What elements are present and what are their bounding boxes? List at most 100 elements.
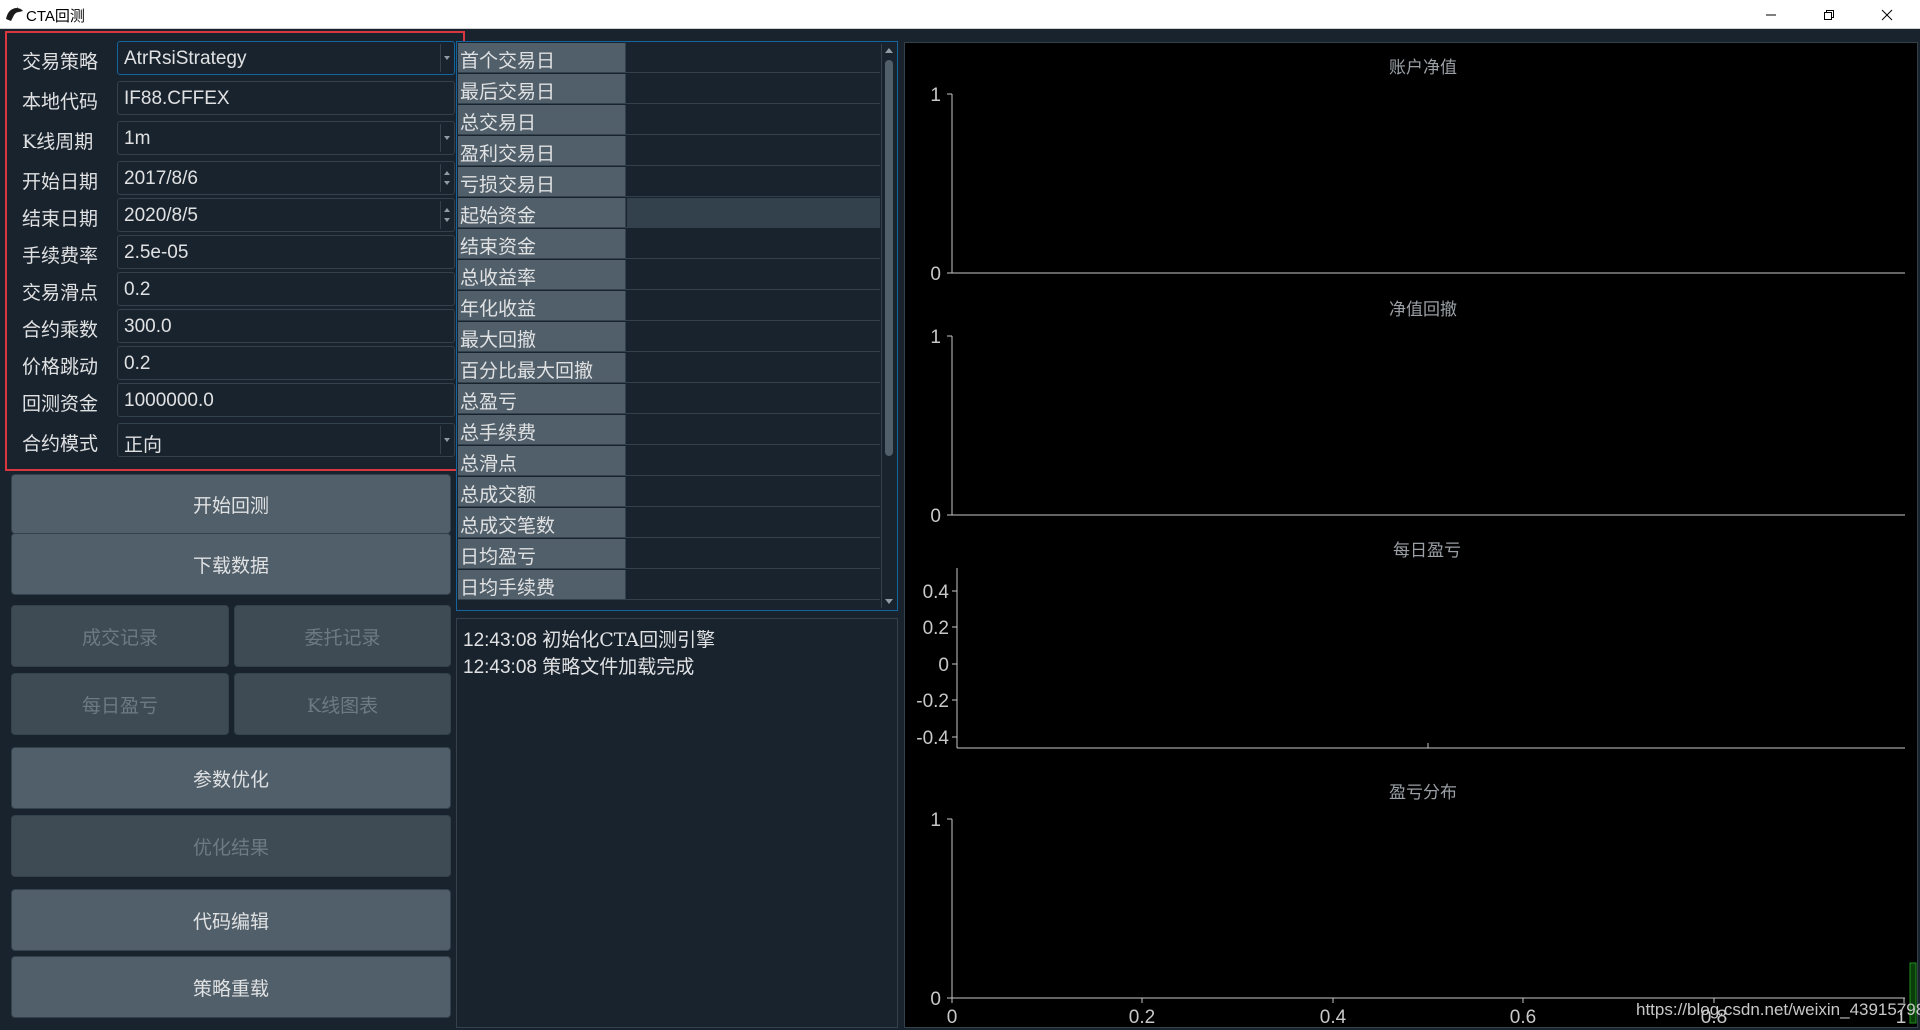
- y-tick-label-balance: 0: [930, 264, 941, 285]
- stats-row[interactable]: 总手续费: [458, 415, 880, 445]
- capital-input[interactable]: 1000000.0: [117, 383, 455, 417]
- end-date-input[interactable]: 2020/8/5: [117, 198, 455, 232]
- stats-value[interactable]: [627, 508, 880, 537]
- strategy-select[interactable]: AtrRsiStrategy: [117, 41, 455, 75]
- stats-value[interactable]: [627, 322, 880, 351]
- stats-row[interactable]: 年化收益: [458, 291, 880, 321]
- optimize-result-button[interactable]: 优化结果: [11, 815, 451, 877]
- symbol-input[interactable]: IF88.CFFEX: [117, 81, 455, 115]
- stats-value[interactable]: [627, 167, 880, 196]
- slippage-input[interactable]: 0.2: [117, 272, 455, 306]
- param-form: 交易策略 AtrRsiStrategy 本地代码 IF88.CFFEX K线周期…: [5, 31, 465, 471]
- stats-label: 总收益率: [458, 260, 626, 289]
- stats-value[interactable]: [627, 43, 880, 72]
- start-backtest-button[interactable]: 开始回测: [11, 474, 451, 534]
- stats-value[interactable]: [627, 260, 880, 289]
- y-tick-label-balance: 1: [930, 85, 941, 106]
- x-tick-label-pnl-dist: 0.4: [1320, 1007, 1347, 1028]
- stats-value[interactable]: [627, 198, 880, 227]
- app-logo-icon: [6, 7, 23, 21]
- stats-label: 起始资金: [458, 198, 626, 227]
- optimize-button[interactable]: 参数优化: [11, 747, 451, 809]
- stats-row[interactable]: 结束资金: [458, 229, 880, 259]
- log-time: 12:43:08: [463, 657, 537, 678]
- stats-value[interactable]: [627, 291, 880, 320]
- stats-value[interactable]: [627, 229, 880, 258]
- stats-row[interactable]: 总滑点: [458, 446, 880, 476]
- interval-select[interactable]: 1m: [117, 121, 455, 155]
- stats-row[interactable]: 总盈亏: [458, 384, 880, 414]
- stats-label: 日均盈亏: [458, 539, 626, 568]
- log-message: 策略文件加载完成: [542, 656, 695, 678]
- chart-title-drawdown: 净值回撤: [1389, 300, 1457, 320]
- spin-arrows-icon[interactable]: [440, 164, 452, 192]
- main-area: 交易策略 AtrRsiStrategy 本地代码 IF88.CFFEX K线周期…: [0, 29, 1920, 1030]
- stats-row[interactable]: 最后交易日: [458, 74, 880, 104]
- order-records-button[interactable]: 委托记录: [234, 605, 451, 667]
- stats-scrollbar[interactable]: [881, 44, 895, 608]
- restore-button[interactable]: [1806, 0, 1852, 29]
- stats-row[interactable]: 最大回撤: [458, 322, 880, 352]
- param-row-strategy: 交易策略 AtrRsiStrategy: [13, 41, 455, 75]
- chevron-down-icon[interactable]: [440, 124, 452, 152]
- param-label: 本地代码: [22, 91, 99, 113]
- charts-svg: 账户净值 1 0 净值回撤 1 0 每日盈亏 0.4 0.2 0 -0.2 -0…: [916, 58, 1917, 1028]
- minimize-icon: [1766, 14, 1776, 15]
- kline-chart-button[interactable]: K线图表: [234, 673, 451, 735]
- strategy-reload-button[interactable]: 策略重载: [11, 956, 451, 1018]
- stats-row[interactable]: 日均手续费: [458, 570, 880, 600]
- log-panel[interactable]: 12:43:08 初始化CTA回测引擎 12:43:08 策略文件加载完成: [456, 618, 898, 1028]
- start-date-input[interactable]: 2017/8/6: [117, 161, 455, 195]
- stats-row[interactable]: 盈利交易日: [458, 136, 880, 166]
- param-label: 开始日期: [22, 171, 99, 193]
- scroll-down-icon[interactable]: [885, 599, 893, 604]
- chevron-down-icon[interactable]: [440, 426, 452, 454]
- pricetick-input[interactable]: 0.2: [117, 346, 455, 380]
- stats-value[interactable]: [627, 74, 880, 103]
- download-data-button[interactable]: 下载数据: [11, 533, 451, 595]
- stats-label: 亏损交易日: [458, 167, 626, 196]
- param-value: 0.2: [124, 353, 151, 374]
- spin-arrows-icon[interactable]: [440, 201, 452, 229]
- y-tick-label-daily-pnl: -0.2: [916, 691, 949, 712]
- stats-value[interactable]: [627, 384, 880, 413]
- stats-row[interactable]: 总成交笔数: [458, 508, 880, 538]
- stats-value[interactable]: [627, 136, 880, 165]
- stats-row[interactable]: 日均盈亏: [458, 539, 880, 569]
- chart-area[interactable]: 账户净值 1 0 净值回撤 1 0 每日盈亏 0.4 0.2 0 -0.2 -0…: [904, 42, 1918, 1028]
- trade-records-button[interactable]: 成交记录: [11, 605, 229, 667]
- stats-row[interactable]: 总成交额: [458, 477, 880, 507]
- stats-value[interactable]: [627, 539, 880, 568]
- chevron-down-icon[interactable]: [440, 44, 452, 72]
- stats-value[interactable]: [627, 415, 880, 444]
- statistics-table[interactable]: 首个交易日 最后交易日 总交易日 盈利交易日 亏损交易日 起始资金 结束资金 总…: [456, 41, 898, 611]
- stats-row[interactable]: 起始资金: [458, 198, 880, 228]
- param-label: 合约模式: [22, 433, 99, 455]
- stats-row[interactable]: 亏损交易日: [458, 167, 880, 197]
- scrollbar-thumb[interactable]: [885, 60, 893, 456]
- param-row-mode: 合约模式 正向: [13, 423, 455, 457]
- scroll-up-icon[interactable]: [885, 48, 893, 53]
- minimize-button[interactable]: [1748, 0, 1794, 29]
- stats-value[interactable]: [627, 477, 880, 506]
- stats-row[interactable]: 总收益率: [458, 260, 880, 290]
- stats-label: 总成交额: [458, 477, 626, 506]
- stats-label: 日均手续费: [458, 570, 626, 599]
- param-value: AtrRsiStrategy: [124, 48, 247, 69]
- stats-value[interactable]: [627, 353, 880, 382]
- stats-row[interactable]: 首个交易日: [458, 43, 880, 73]
- stats-value[interactable]: [627, 570, 880, 599]
- stats-row[interactable]: 百分比最大回撤: [458, 353, 880, 383]
- stats-row[interactable]: 总交易日: [458, 105, 880, 135]
- daily-pnl-button[interactable]: 每日盈亏: [11, 673, 229, 735]
- y-tick-label-daily-pnl: -0.4: [916, 728, 949, 749]
- stats-value[interactable]: [627, 105, 880, 134]
- title-bar: CTA回测: [0, 0, 1920, 29]
- stats-value[interactable]: [627, 446, 880, 475]
- code-edit-button[interactable]: 代码编辑: [11, 889, 451, 951]
- rate-input[interactable]: 2.5e-05: [117, 235, 455, 269]
- inverse-mode-select[interactable]: 正向: [117, 423, 455, 457]
- size-input[interactable]: 300.0: [117, 309, 455, 343]
- param-value: 300.0: [124, 316, 172, 337]
- close-button[interactable]: [1864, 0, 1910, 29]
